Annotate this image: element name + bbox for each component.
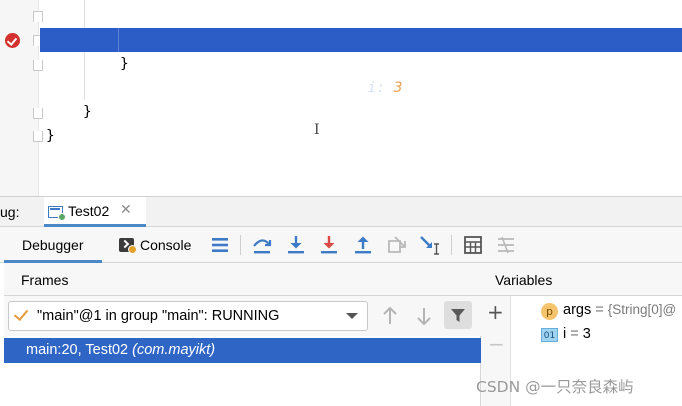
arrow-up-icon[interactable] [378,302,402,330]
filter-icon [451,309,465,322]
code-text: .println(i); [245,80,351,96]
indent-guide [118,28,119,52]
breakpoint-icon[interactable] [5,33,20,48]
step-out-icon[interactable] [351,233,375,257]
variable-name: args [563,302,592,318]
fold-marker-icon[interactable] [33,11,43,22]
code-line-for[interactable]: for (int i = 0; i < 10; i++) { i: 3 [120,4,682,48]
tool-window-title: ug: [0,204,20,220]
parameter-icon: p [541,303,558,320]
run-config-tab-label: Test02 [68,203,110,219]
frame-list-item-label: main:20, Test02 (com.mayikt) [26,342,215,358]
close-icon[interactable]: ✕ [120,202,132,218]
checkmark-icon [13,305,29,322]
code-println: System.out.println(i); i: 3 [158,76,402,100]
code-editor[interactable]: for (int i = 0; i < 10; i++) { i: 3 Syst… [0,0,682,196]
tab-debugger[interactable]: Debugger [4,227,102,263]
code-text: } [46,128,55,144]
debug-tool-window-header: ug: Test02 ✕ [0,196,682,227]
chevron-down-icon [346,313,358,319]
code-text: System. [158,80,220,96]
tab-debugger-label: Debugger [22,237,84,253]
arrow-down-icon[interactable] [412,302,436,330]
code-line-close-method[interactable]: } [83,100,682,124]
variable-equals: = [591,302,608,318]
mouse-text-cursor-icon: I [314,122,320,138]
inline-value-name: i: [367,80,386,96]
thread-dropdown[interactable]: "main"@1 in group "main": RUNNING [8,301,368,331]
run-to-cursor-icon[interactable] [418,233,442,257]
execution-point-line[interactable]: System.out.println(i); i: 3 [40,28,682,96]
thread-dropdown-value: "main"@1 in group "main": RUNNING [37,308,280,324]
variable-label: args = {String[0]@ [563,302,676,318]
remove-watch-icon[interactable]: − [488,334,505,354]
evaluate-expression-icon[interactable] [461,233,485,257]
toolbar-separator [240,235,241,255]
variable-value: {String[0]@ [607,302,677,317]
frame-package: (com.mayikt) [132,342,216,358]
variable-label: i = 3 [563,326,591,342]
application-run-icon [48,206,66,221]
trace-current-stream-icon[interactable] [494,233,518,257]
step-over-icon[interactable] [250,233,274,257]
code-text: } [83,104,92,120]
console-icon [119,238,137,254]
code-line-close-loop[interactable]: } [120,52,682,76]
variables-title: Variables [495,272,553,288]
editor-gutter[interactable] [0,0,43,196]
toolbar-separator [451,235,452,255]
frames-panel: Frames "main"@1 in group "main": RUNNING… [4,263,481,406]
add-watch-icon[interactable]: + [487,302,504,322]
drop-frame-icon[interactable] [385,233,409,257]
filter-button[interactable] [444,301,472,329]
thread-selector-row: "main"@1 in group "main": RUNNING [4,296,481,336]
debugger-toolbar: Debugger Console [0,227,682,263]
frames-header: Frames [4,263,481,296]
frames-title: Frames [21,272,69,288]
variable-value: 3 [582,326,591,342]
code-line-close-class[interactable]: } [46,124,682,148]
frame-list-item[interactable]: main:20, Test02 (com.mayikt) [4,338,481,363]
variables-header: Variables [481,263,682,296]
tab-console[interactable]: Console [114,227,200,263]
frame-location: main:20, Test02 [26,342,129,358]
variable-equals: = [566,326,583,342]
watermark: CSDN @一只奈良森屿 [476,378,634,396]
tab-console-label: Console [140,237,192,253]
primitive-variable-icon: 01 [541,328,558,342]
inline-value: 3 [393,80,403,96]
force-step-into-icon[interactable] [317,233,341,257]
show-execution-point-icon[interactable] [208,233,232,257]
code-static-field: out [219,80,246,96]
code-text: } [120,56,129,72]
run-config-tab[interactable]: Test02 ✕ [44,197,146,227]
fold-marker-icon[interactable] [33,131,43,142]
step-into-icon[interactable] [284,233,308,257]
